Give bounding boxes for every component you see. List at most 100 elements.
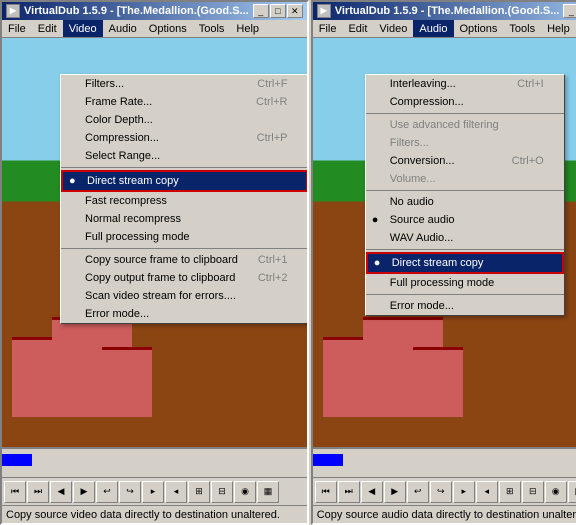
right-status-text: Copy source audio data directly to desti… — [317, 509, 576, 521]
right-dd-interleaving[interactable]: Interleaving... Ctrl+I — [366, 75, 564, 93]
left-title-text: VirtualDub 1.5.9 - [The.Medallion.(Good.… — [24, 5, 249, 17]
right-dd-sep2 — [366, 190, 564, 191]
right-tb-btn-3[interactable]: ◀ — [361, 481, 383, 503]
right-title-text: VirtualDub 1.5.9 - [The.Medallion.(Good.… — [335, 5, 560, 17]
left-video-dropdown: Filters... Ctrl+F Frame Rate... Ctrl+R C… — [60, 74, 307, 324]
left-dd-copysource[interactable]: Copy source frame to clipboard Ctrl+1 — [61, 251, 307, 269]
right-menu-help[interactable]: Help — [541, 20, 576, 37]
left-menu-file[interactable]: File — [2, 20, 32, 37]
left-dd-sep2 — [61, 248, 307, 249]
left-window-icon: ▶ — [6, 4, 20, 18]
left-dd-filters[interactable]: Filters... Ctrl+F — [61, 75, 307, 93]
right-dd-sep3 — [366, 249, 564, 250]
left-window: ▶ VirtualDub 1.5.9 - [The.Medallion.(Goo… — [0, 0, 309, 525]
right-dd-fullprocessing[interactable]: Full processing mode — [366, 274, 564, 292]
right-content-area: Interleaving... Ctrl+I Compression... Us… — [313, 38, 576, 447]
left-title-controls: _ □ ✕ — [253, 4, 303, 18]
right-tb-btn-10[interactable]: ⊟ — [522, 481, 544, 503]
left-dd-copyoutput[interactable]: Copy output frame to clipboard Ctrl+2 — [61, 269, 307, 287]
left-dd-fullprocessing[interactable]: Full processing mode — [61, 228, 307, 246]
right-tb-btn-6[interactable]: ↪ — [430, 481, 452, 503]
left-tb-btn-12[interactable]: ▦ — [257, 481, 279, 503]
right-tb-btn-8[interactable]: ◂ — [476, 481, 498, 503]
right-dd-conversion[interactable]: Conversion... Ctrl+O — [366, 152, 564, 170]
left-tb-btn-10[interactable]: ⊟ — [211, 481, 233, 503]
left-menu-audio[interactable]: Audio — [103, 20, 143, 37]
left-tb-btn-11[interactable]: ◉ — [234, 481, 256, 503]
left-dd-normalrecompress[interactable]: Normal recompress — [61, 210, 307, 228]
left-tb-btn-6[interactable]: ↪ — [119, 481, 141, 503]
right-timeline-bar — [313, 454, 343, 466]
left-dd-directstream[interactable]: ● Direct stream copy — [61, 170, 307, 192]
left-status-bar: Copy source video data directly to desti… — [2, 505, 307, 523]
left-content-area: Filters... Ctrl+F Frame Rate... Ctrl+R C… — [2, 38, 307, 447]
right-dd-wavaudio[interactable]: WAV Audio... — [366, 229, 564, 247]
right-tb-btn-7[interactable]: ▸ — [453, 481, 475, 503]
left-menu-options[interactable]: Options — [143, 20, 193, 37]
right-toolbar: ⏮ ⏭ ◀ ▶ ↩ ↪ ▸ ◂ ⊞ ⊟ ◉ ▦ — [313, 477, 576, 505]
left-close-button[interactable]: ✕ — [287, 4, 303, 18]
right-menu-edit[interactable]: Edit — [342, 20, 373, 37]
right-tb-btn-4[interactable]: ▶ — [384, 481, 406, 503]
left-menu-help[interactable]: Help — [230, 20, 265, 37]
right-building-3 — [413, 347, 463, 417]
right-minimize-button[interactable]: _ — [563, 4, 576, 18]
right-window-icon: ▶ — [317, 4, 331, 18]
left-menu-tools[interactable]: Tools — [193, 20, 231, 37]
left-menu-video[interactable]: Video — [63, 20, 103, 37]
right-tb-btn-9[interactable]: ⊞ — [499, 481, 521, 503]
right-title-bar: ▶ VirtualDub 1.5.9 - [The.Medallion.(Goo… — [313, 2, 576, 20]
right-dd-volume: Volume... — [366, 170, 564, 188]
left-tb-btn-9[interactable]: ⊞ — [188, 481, 210, 503]
right-timeline — [313, 447, 576, 477]
right-tb-btn-11[interactable]: ◉ — [545, 481, 567, 503]
left-timeline — [2, 447, 307, 477]
right-tb-btn-5[interactable]: ↩ — [407, 481, 429, 503]
left-title-bar: ▶ VirtualDub 1.5.9 - [The.Medallion.(Goo… — [2, 2, 307, 20]
right-dd-directstream[interactable]: ● Direct stream copy — [366, 252, 564, 274]
left-dd-sep1 — [61, 167, 307, 168]
left-building-3 — [102, 347, 152, 417]
dual-windows-container: ▶ VirtualDub 1.5.9 - [The.Medallion.(Goo… — [0, 0, 576, 525]
left-toolbar: ⏮ ⏭ ◀ ▶ ↩ ↪ ▸ ◂ ⊞ ⊟ ◉ ▦ — [2, 477, 307, 505]
left-dd-framerate[interactable]: Frame Rate... Ctrl+R — [61, 93, 307, 111]
right-dd-sep1 — [366, 113, 564, 114]
left-tb-btn-4[interactable]: ▶ — [73, 481, 95, 503]
left-tb-btn-2[interactable]: ⏭ — [27, 481, 49, 503]
right-menu-bar: File Edit Video Audio Options Tools Help — [313, 20, 576, 38]
right-dd-filters: Filters... — [366, 134, 564, 152]
right-audio-dropdown: Interleaving... Ctrl+I Compression... Us… — [365, 74, 565, 316]
right-menu-options[interactable]: Options — [454, 20, 504, 37]
right-dd-sourceaudio[interactable]: ● Source audio — [366, 211, 564, 229]
left-dd-fastrecompress[interactable]: Fast recompress — [61, 192, 307, 210]
right-menu-audio[interactable]: Audio — [413, 20, 453, 37]
left-menu-bar: File Edit Video Audio Options Tools Help — [2, 20, 307, 38]
right-dd-sep4 — [366, 294, 564, 295]
left-maximize-button[interactable]: □ — [270, 4, 286, 18]
left-minimize-button[interactable]: _ — [253, 4, 269, 18]
left-tb-btn-8[interactable]: ◂ — [165, 481, 187, 503]
right-menu-tools[interactable]: Tools — [503, 20, 541, 37]
right-tb-btn-1[interactable]: ⏮ — [315, 481, 337, 503]
left-dd-errormode[interactable]: Error mode... — [61, 305, 307, 323]
left-dd-scanvideo[interactable]: Scan video stream for errors.... — [61, 287, 307, 305]
left-dd-selectrange[interactable]: Select Range... — [61, 147, 307, 165]
right-window: ▶ VirtualDub 1.5.9 - [The.Medallion.(Goo… — [311, 0, 576, 525]
left-tb-btn-3[interactable]: ◀ — [50, 481, 72, 503]
left-dd-colordepth[interactable]: Color Depth... — [61, 111, 307, 129]
left-tb-btn-5[interactable]: ↩ — [96, 481, 118, 503]
right-dd-noaudio[interactable]: No audio — [366, 193, 564, 211]
left-menu-edit[interactable]: Edit — [32, 20, 63, 37]
right-menu-file[interactable]: File — [313, 20, 343, 37]
left-dd-compression[interactable]: Compression... Ctrl+P — [61, 129, 307, 147]
left-tb-btn-7[interactable]: ▸ — [142, 481, 164, 503]
right-menu-video[interactable]: Video — [373, 20, 413, 37]
left-tb-btn-1[interactable]: ⏮ — [4, 481, 26, 503]
right-dd-advanced-filtering: Use advanced filtering — [366, 116, 564, 134]
right-dd-errormode[interactable]: Error mode... — [366, 297, 564, 315]
left-status-text: Copy source video data directly to desti… — [6, 509, 280, 521]
right-status-bar: Copy source audio data directly to desti… — [313, 505, 576, 523]
right-tb-btn-12[interactable]: ▦ — [568, 481, 576, 503]
right-tb-btn-2[interactable]: ⏭ — [338, 481, 360, 503]
right-dd-compression[interactable]: Compression... — [366, 93, 564, 111]
